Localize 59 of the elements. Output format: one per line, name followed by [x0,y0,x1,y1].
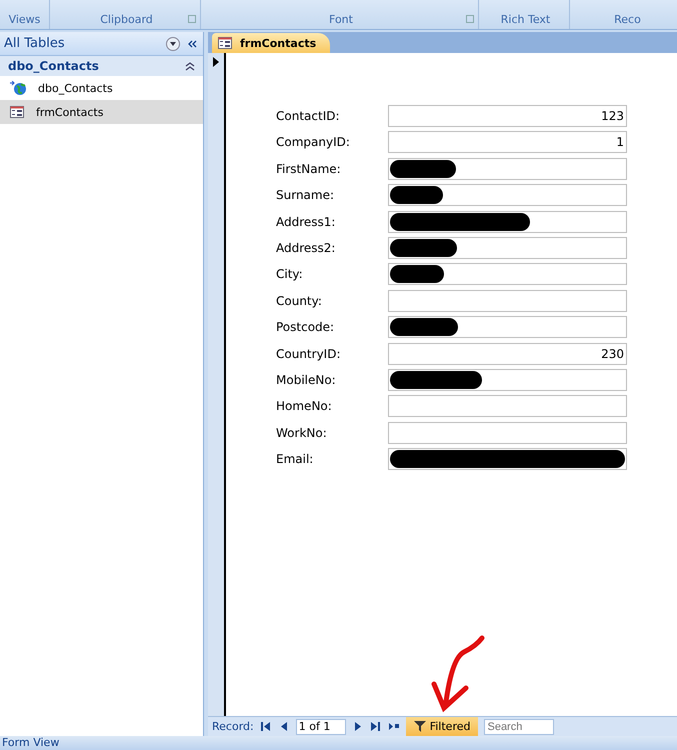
field-label: Address1: [276,214,336,229]
text-field[interactable] [388,368,627,391]
text-field[interactable] [388,263,627,286]
field-label: ContactID: [276,109,341,123]
field-label: County: [276,294,323,308]
field-label: Surname: [276,188,336,202]
text-field[interactable] [388,422,627,444]
record-selector[interactable] [208,53,226,716]
field-label: CountryID: [276,346,342,361]
form-icon [10,106,24,118]
group-label: Clipboard [100,13,153,26]
caret-icon [170,42,176,46]
text-field[interactable] [388,184,627,206]
field-label: FirstName: [276,162,342,176]
field-label: Address2: [276,240,336,255]
document-tab[interactable]: frmContacts [212,33,330,53]
text-field[interactable]: 1 [388,131,627,154]
field-label: Email: [276,452,314,466]
text-field[interactable]: 123 [388,105,627,127]
funnel-icon [414,721,426,732]
redaction-mark [390,238,457,257]
group-label: Reco [614,13,641,26]
redaction-mark [390,160,456,178]
redaction-mark [390,265,444,284]
current-record-icon [213,57,219,67]
nav-group-name: dbo_Contacts [8,59,99,73]
text-field[interactable]: 230 [388,342,627,365]
text-field[interactable] [388,316,627,338]
filter-toggle-button[interactable]: Filtered [406,716,478,736]
form-icon [218,37,232,49]
linked-globe-icon [10,81,26,95]
search-field[interactable]: Search [484,718,554,734]
last-record-button[interactable] [370,720,382,732]
redaction-mark [390,318,458,336]
field-label: Postcode: [276,320,336,334]
first-record-button[interactable] [260,720,272,732]
field-label: City: [276,267,304,282]
text-field[interactable] [388,236,627,259]
redaction-mark [390,186,443,204]
field-label: MobileNo: [276,372,337,387]
group-label: Font [329,13,353,26]
field-label: HomeNo: [276,399,333,414]
status-bar-text: Form View [0,736,677,750]
text-field[interactable] [388,290,627,312]
group-label: Views [8,13,40,26]
nav-pane-title[interactable]: All Tables [4,36,160,51]
field-label: CompanyID: [276,135,351,150]
nav-item[interactable]: frmContacts [0,100,203,124]
dropdown-button[interactable] [166,36,180,50]
text-field[interactable] [388,395,627,418]
record-label: Record: [212,720,254,733]
field-label: WorkNo: [276,426,328,440]
text-field[interactable] [388,210,627,233]
record-position-field[interactable]: 1 of 1 [296,718,346,734]
text-field[interactable] [388,158,627,180]
nav-group-header[interactable]: dbo_Contacts [0,56,203,76]
group-label: Rich Text [500,13,550,26]
new-record-button[interactable] [388,720,400,732]
collapse-chevron-icon[interactable] [185,62,195,70]
